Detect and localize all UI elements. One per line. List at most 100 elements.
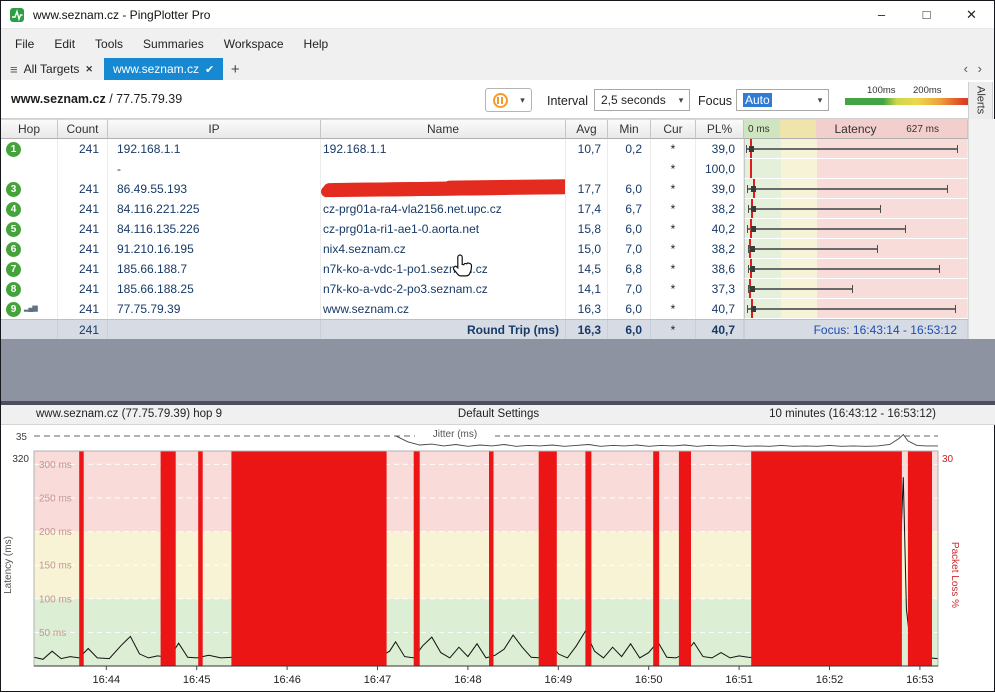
min-cell: 7,0 [608, 239, 651, 259]
new-tab-button[interactable]: + [223, 58, 247, 80]
table-row[interactable]: 524184.116.135.226cz-prg01a-ri1-ae1-0.ao… [1, 219, 968, 239]
target-address: www.seznam.cz / 77.75.79.39 [11, 92, 182, 106]
packet-loss-cell: 40,2 [696, 219, 744, 239]
ip-cell: 185.66.188.25 [108, 279, 321, 299]
latency-range-bar [747, 308, 956, 310]
minimize-button[interactable]: – [859, 1, 904, 28]
toolbar: www.seznam.cz / 77.75.79.39 ▾ Interval 2… [1, 80, 968, 119]
hop-cell: 3 [1, 179, 58, 199]
table-row[interactable]: 424184.116.221.225cz-prg01a-ra4-vla2156.… [1, 199, 968, 219]
cur-cell: * [651, 239, 696, 259]
min-cell: 6,0 [608, 179, 651, 199]
chevron-down-icon: ▾ [673, 95, 689, 106]
tab-www-seznam-cz[interactable]: www.seznam.cz ✔ [104, 58, 223, 80]
packet-loss-cell: 39,0 [696, 179, 744, 199]
col-header-hop[interactable]: Hop [1, 119, 58, 139]
table-row[interactable]: 624191.210.16.195nix4.seznam.cz15,07,0*3… [1, 239, 968, 259]
menu-tools[interactable]: Tools [85, 33, 133, 55]
svg-text:16:49: 16:49 [545, 674, 573, 686]
panel-spacer [1, 339, 995, 401]
title-bar: www.seznam.cz - PingPlotter Pro – □ ✕ [1, 1, 994, 29]
alerts-label: Alerts [975, 86, 987, 114]
menu-edit[interactable]: Edit [44, 33, 85, 55]
table-header: Hop Count IP Name Avg Min Cur PL% 0 ms L… [1, 119, 968, 139]
hop-cell: 4 [1, 199, 58, 219]
latency-avg-marker [751, 226, 756, 232]
latency-graph-cell [744, 219, 968, 239]
focus-select[interactable]: Auto ▾ [736, 89, 829, 111]
hop-number-badge: 7 [6, 262, 21, 277]
table-row[interactable]: 8241185.66.188.25n7k-ko-a-vdc-2-po3.sezn… [1, 279, 968, 299]
min-cell: 6,0 [608, 320, 651, 340]
count-cell: 241 [58, 179, 108, 199]
latency-graph-cell [744, 259, 968, 279]
interval-select[interactable]: 2,5 seconds ▾ [594, 89, 690, 111]
tab-scroll-right-icon[interactable]: › [978, 61, 982, 76]
name-cell: 192.168.1.1 [321, 139, 566, 159]
menu-summaries[interactable]: Summaries [133, 33, 214, 55]
table-row[interactable]: 7241185.66.188.7n7k-ko-a-vdc-1-po1.sezna… [1, 259, 968, 279]
ip-cell: 185.66.188.7 [108, 259, 321, 279]
hop-cell [1, 159, 58, 179]
ip-cell: 77.75.79.39 [108, 299, 321, 319]
count-cell: 241 [58, 139, 108, 159]
col-header-name[interactable]: Name [321, 119, 566, 139]
ip-cell: 192.168.1.1 [108, 139, 321, 159]
tab-all-targets[interactable]: ≡ All Targets ✕ [1, 58, 102, 80]
pause-button[interactable] [485, 88, 515, 112]
alerts-panel-tab[interactable]: Alerts [968, 82, 993, 120]
col-header-min[interactable]: Min [608, 119, 651, 139]
col-header-cur[interactable]: Cur [651, 119, 696, 139]
latency-avg-marker [750, 246, 755, 252]
cur-cell: * [651, 299, 696, 319]
name-cell: nix4.seznam.cz [321, 239, 566, 259]
svg-text:16:44: 16:44 [93, 674, 121, 686]
tab-label: www.seznam.cz [113, 62, 199, 76]
ip-cell: 86.49.55.193 [108, 179, 321, 199]
tab-bar: ≡ All Targets ✕ www.seznam.cz ✔ + ‹ › [1, 58, 994, 80]
cur-cell: * [651, 320, 696, 340]
col-header-avg[interactable]: Avg [566, 119, 608, 139]
latency-range-bar [748, 248, 878, 250]
mouse-cursor [451, 253, 475, 281]
hop-cell [1, 320, 58, 340]
latency-scale-max: 627 ms [906, 120, 939, 139]
latency-avg-marker [751, 306, 756, 312]
latency-graph-cell [744, 159, 968, 179]
timeline-graph[interactable]: 300 ms250 ms200 ms150 ms100 ms50 ms16:44… [1, 425, 995, 693]
mini-graph-icon[interactable]: ▂▄▆ [24, 299, 37, 319]
menu-help[interactable]: Help [294, 33, 339, 55]
min-cell: 7,0 [608, 279, 651, 299]
name-cell: n7k-ko-a-vdc-1-po1.seznam.cz [321, 259, 566, 279]
table-row[interactable]: -*100,0 [1, 159, 968, 179]
menu-file[interactable]: File [5, 33, 44, 55]
count-cell [58, 159, 108, 179]
svg-text:150 ms: 150 ms [39, 561, 72, 572]
col-header-count[interactable]: Count [58, 119, 108, 139]
table-row[interactable]: 9▂▄▆24177.75.79.39www.seznam.cz16,36,0*4… [1, 299, 968, 319]
window-title: www.seznam.cz - PingPlotter Pro [33, 8, 210, 22]
svg-text:16:51: 16:51 [725, 674, 753, 686]
svg-text:16:45: 16:45 [183, 674, 211, 686]
avg-cell: 17,4 [566, 199, 608, 219]
latency-graph-cell [744, 179, 968, 199]
interval-value: 2,5 seconds [601, 93, 666, 107]
maximize-button[interactable]: □ [904, 1, 949, 28]
col-header-packet-loss[interactable]: PL% [696, 119, 744, 139]
pause-dropdown-button[interactable]: ▾ [514, 88, 532, 112]
col-header-latency[interactable]: 0 ms Latency 627 ms [744, 119, 968, 139]
table-row[interactable]: 1241192.168.1.1192.168.1.110,70,2*39,0 [1, 139, 968, 159]
svg-text:Latency (ms): Latency (ms) [3, 536, 14, 594]
tab-scroll-left-icon[interactable]: ‹ [964, 61, 968, 76]
col-header-ip[interactable]: IP [108, 119, 321, 139]
redaction-scribble [323, 181, 515, 196]
round-trip-row[interactable]: 241 Round Trip (ms) 16,3 6,0 * 40,7 Focu… [1, 319, 968, 339]
count-cell: 241 [58, 320, 108, 340]
menu-workspace[interactable]: Workspace [214, 33, 294, 55]
close-button[interactable]: ✕ [949, 1, 994, 28]
hop-cell: 8 [1, 279, 58, 299]
interval-label: Interval [547, 94, 588, 108]
avg-cell: 14,5 [566, 259, 608, 279]
close-icon[interactable]: ✕ [85, 64, 93, 75]
table-row[interactable]: 324186.49.55.19317,76,0*39,0 [1, 179, 968, 199]
